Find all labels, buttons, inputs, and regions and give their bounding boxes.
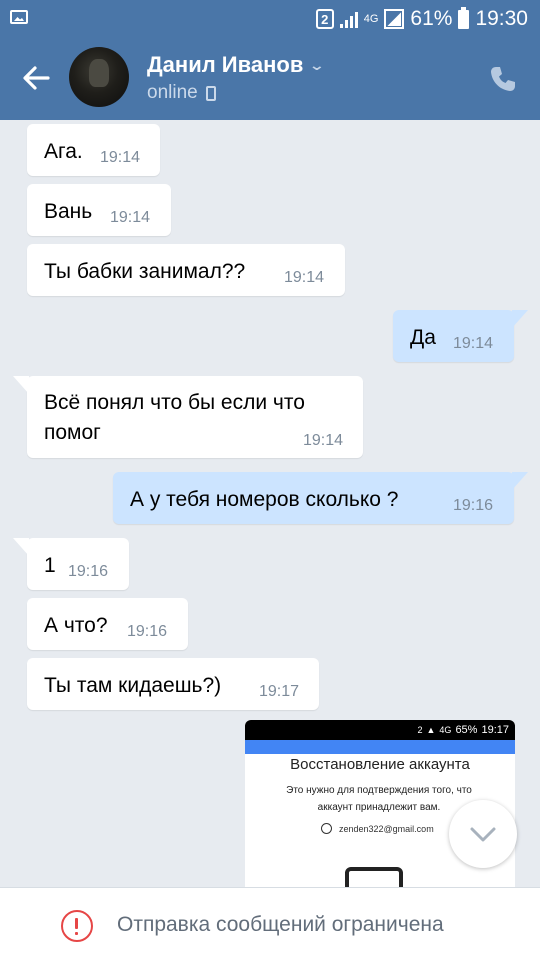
- attachment-title: Восстановление аккаунта: [245, 754, 515, 773]
- chevron-down-icon: ⌄: [308, 56, 326, 73]
- chevron-down-icon: [470, 827, 496, 842]
- contact-status: online: [147, 82, 216, 104]
- battery-percent: 61%: [410, 7, 453, 30]
- message-bubble-incoming[interactable]: А что? 19:16: [27, 598, 188, 650]
- attachment-email: zenden322@gmail.com: [339, 823, 434, 834]
- message-text: 1: [44, 554, 56, 577]
- message-time: 19:14: [110, 209, 151, 226]
- signal-icon-2: [384, 9, 405, 29]
- message-time: 19:14: [453, 335, 494, 352]
- back-arrow-icon[interactable]: [18, 60, 54, 96]
- sim-number: 2: [321, 11, 329, 27]
- message-text-line: Всё понял что бы если что: [44, 391, 305, 414]
- attachment-battery: 65%: [455, 724, 478, 736]
- battery-icon: [458, 6, 470, 29]
- attachment-network: 4G: [439, 725, 452, 735]
- attachment-sim: 2: [417, 725, 423, 735]
- message-text: Ты там кидаешь?): [44, 674, 222, 697]
- message-text: Да: [410, 326, 436, 349]
- message-bubble-incoming[interactable]: Вань 19:14: [27, 184, 171, 236]
- clock: 19:30: [475, 7, 528, 30]
- message-text: Ага.: [44, 140, 83, 163]
- attachment-signal-icon: ▲: [426, 725, 436, 735]
- chat-header: Данил Иванов ⌄ online: [0, 38, 540, 120]
- status-bar: 2 4G 61% 19:30: [0, 0, 540, 38]
- message-text: Ты бабки занимал??: [44, 260, 246, 283]
- scroll-down-button[interactable]: [449, 800, 517, 868]
- message-text: Вань: [44, 200, 93, 223]
- message-time: 19:14: [284, 269, 325, 286]
- message-time: 19:14: [100, 149, 141, 166]
- sim-icon: 2: [315, 9, 334, 29]
- message-bubble-outgoing[interactable]: Да 19:14: [393, 310, 528, 362]
- message-text-line: помог: [44, 421, 101, 444]
- message-time: 19:16: [453, 497, 494, 514]
- signal-icon: [339, 10, 358, 28]
- message-text: А у тебя номеров сколько ?: [130, 488, 399, 511]
- message-text: А что?: [44, 614, 108, 637]
- attachment-status-bar: 2 ▲ 4G 65% 19:17: [245, 720, 515, 740]
- restriction-footer: Отправка сообщений ограничена: [0, 887, 540, 960]
- message-bubble-incoming[interactable]: Ага. 19:14: [27, 124, 160, 176]
- mobile-device-icon: [205, 85, 216, 101]
- contact-name: Данил Иванов: [147, 52, 304, 77]
- attachment-text-line: Это нужно для подтверждения того, что: [286, 785, 472, 796]
- message-bubble-outgoing[interactable]: А у тебя номеров сколько ? 19:16: [113, 472, 528, 524]
- message-time: 19:16: [68, 563, 109, 580]
- message-bubble-incoming[interactable]: Всё понял что бы если что помог 19:14: [13, 376, 363, 458]
- gallery-notification-icon: [10, 10, 28, 24]
- phone-call-icon[interactable]: [488, 64, 518, 94]
- message-bubble-incoming[interactable]: Ты бабки занимал?? 19:14: [27, 244, 345, 296]
- message-time: 19:14: [303, 432, 344, 449]
- message-time: 19:16: [127, 623, 168, 640]
- message-bubble-incoming[interactable]: Ты там кидаешь?) 19:17: [27, 658, 319, 710]
- network-type: 4G: [363, 13, 379, 25]
- avatar[interactable]: [69, 47, 129, 107]
- contact-status-label: online: [147, 82, 198, 103]
- warning-icon: [61, 910, 93, 942]
- attachment-time: 19:17: [481, 724, 509, 736]
- contact-name-button[interactable]: Данил Иванов ⌄: [147, 52, 326, 78]
- message-time: 19:17: [259, 683, 300, 700]
- account-icon: [321, 823, 332, 834]
- message-bubble-incoming[interactable]: 1 19:16: [13, 538, 129, 590]
- restriction-notice: Отправка сообщений ограничена: [117, 913, 444, 936]
- attachment-account: zenden322@gmail.com: [321, 823, 434, 834]
